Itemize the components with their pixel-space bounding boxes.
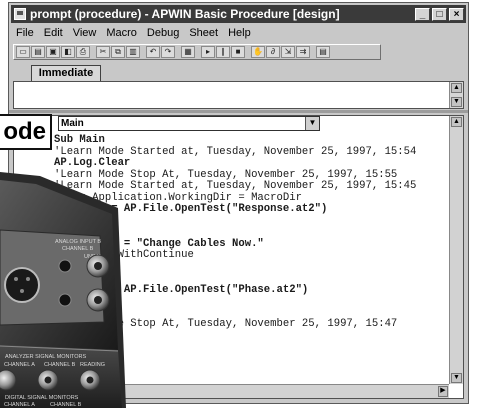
apwin-window: prompt (procedure) - APWIN Basic Procedu…: [8, 2, 469, 404]
code-line[interactable]: Set Test = AP.File.OpenTest("Response.at…: [54, 203, 327, 215]
code-vertical-scrollbar[interactable]: ▲ ▼: [449, 116, 463, 384]
procedure-select-value: Main: [61, 118, 84, 129]
immediate-scrollbar[interactable]: ▲ ▼: [449, 82, 463, 108]
code-line[interactable]: 'Learn Mode Started at, Tuesday, Novembe…: [54, 146, 416, 158]
pane-splitter[interactable]: [9, 110, 468, 113]
scroll-up-icon[interactable]: ▲: [451, 83, 462, 93]
play-icon[interactable]: ▸: [201, 46, 215, 58]
menu-view[interactable]: View: [68, 27, 102, 39]
chevron-down-icon[interactable]: ▼: [305, 117, 319, 130]
menu-help[interactable]: Help: [223, 27, 256, 39]
menu-macro[interactable]: Macro: [101, 27, 142, 39]
code-line[interactable]: 'Learn Mode Stop At, Tuesday, November 2…: [54, 318, 397, 330]
close-button[interactable]: ×: [449, 7, 464, 21]
mode-label: ode: [0, 114, 52, 150]
menu-debug[interactable]: Debug: [142, 27, 184, 39]
toggle-breakpoint-icon[interactable]: ✋: [251, 46, 265, 58]
code-editor[interactable]: Main ▼ Sub Main 'Learn Mode Started at, …: [13, 115, 464, 399]
code-line[interactable]: Sub Main: [54, 134, 105, 146]
code-horizontal-scrollbar[interactable]: ▶: [14, 384, 449, 398]
code-line[interactable]: 'Learn Mode Stop At, Tuesday, November 2…: [54, 169, 397, 181]
title-bar[interactable]: prompt (procedure) - APWIN Basic Procedu…: [11, 5, 466, 23]
toolbar: ▭ ▤ ▣ ◧ ⎙ ✂ ⧉ ▥ ↶ ↷ ▦ ▸ ∥ ■ ✋ ∂ ⇲ ⇉ ▤: [13, 44, 381, 60]
dialog-editor-icon[interactable]: ▦: [181, 46, 195, 58]
redo-icon[interactable]: ↷: [161, 46, 175, 58]
app-icon[interactable]: [14, 8, 26, 20]
scroll-up-icon[interactable]: ▲: [451, 117, 462, 127]
code-line[interactable]: ChDir Application.WorkingDir = MacroDir: [54, 192, 302, 204]
minimize-button[interactable]: _: [415, 7, 430, 21]
cut-icon[interactable]: ✂: [96, 46, 110, 58]
print-icon[interactable]: ⎙: [76, 46, 90, 58]
window-title: prompt (procedure) - APWIN Basic Procedu…: [30, 7, 340, 21]
paste-icon[interactable]: ▥: [126, 46, 140, 58]
stop-icon[interactable]: ■: [231, 46, 245, 58]
code-line[interactable]: PromptText = "Change Cables Now.": [54, 238, 264, 250]
code-line[interactable]: 'Learn Mode Started at, Tuesday, Novembe…: [54, 180, 416, 192]
maximize-button[interactable]: □: [432, 7, 447, 21]
code-line[interactable]: Set Test = AP.File.OpenTest("Phase.at2"): [54, 284, 308, 296]
save-icon[interactable]: ▣: [46, 46, 60, 58]
menu-file[interactable]: File: [11, 27, 39, 39]
reference-icon[interactable]: ▤: [316, 46, 330, 58]
copy-icon[interactable]: ⧉: [111, 46, 125, 58]
code-line[interactable]: ShowWindowWithContinue: [54, 249, 194, 261]
menu-edit[interactable]: Edit: [39, 27, 68, 39]
open-icon[interactable]: ▤: [31, 46, 45, 58]
new-icon[interactable]: ▭: [16, 46, 30, 58]
step-over-icon[interactable]: ⇉: [296, 46, 310, 58]
tab-immediate[interactable]: Immediate: [31, 65, 101, 82]
immediate-pane[interactable]: ▲ ▼: [13, 81, 464, 109]
undo-icon[interactable]: ↶: [146, 46, 160, 58]
menu-sheet[interactable]: Sheet: [184, 27, 223, 39]
scroll-down-icon[interactable]: ▼: [451, 373, 462, 383]
scroll-down-icon[interactable]: ▼: [451, 97, 462, 107]
pause-icon[interactable]: ∥: [216, 46, 230, 58]
step-into-icon[interactable]: ⇲: [281, 46, 295, 58]
code-line[interactable]: AP.Start: [54, 295, 105, 307]
procedure-select[interactable]: Main ▼: [58, 116, 320, 131]
code-line[interactable]: AP.Start: [54, 215, 105, 227]
code-text[interactable]: Sub Main 'Learn Mode Started at, Tuesday…: [54, 134, 443, 331]
code-line[interactable]: AP.Log.Clear: [54, 157, 130, 169]
save-all-icon[interactable]: ◧: [61, 46, 75, 58]
scroll-right-icon[interactable]: ▶: [438, 386, 448, 397]
instant-watch-icon[interactable]: ∂: [266, 46, 280, 58]
menu-bar: File Edit View Macro Debug Sheet Help: [11, 25, 466, 41]
